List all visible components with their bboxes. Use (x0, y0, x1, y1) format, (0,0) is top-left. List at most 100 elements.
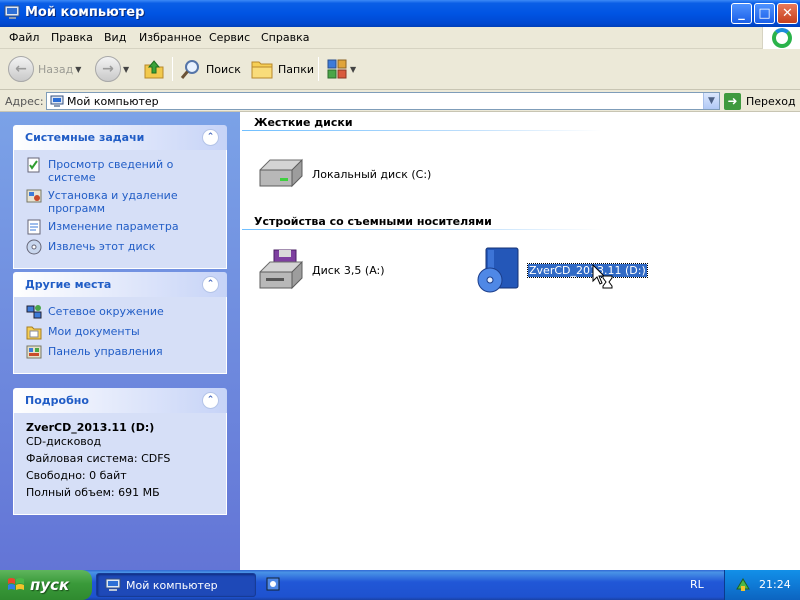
drive-item-c[interactable]: Локальный диск (C:) (256, 156, 431, 192)
task-eject-disk[interactable]: Извлечь этот диск (26, 239, 216, 255)
group-divider (242, 229, 602, 230)
views-button[interactable]: ▼ (326, 55, 356, 83)
my-computer-small-icon (50, 95, 64, 107)
system-tasks-body: Просмотр сведений о системе Установка и … (13, 150, 227, 269)
minimize-button[interactable]: _ (731, 3, 752, 24)
window-title: Мой компьютер (25, 5, 145, 20)
details-item-name: ZverCD_2013.11 (D:) (26, 421, 155, 434)
control-panel-setting-icon (27, 219, 41, 235)
quick-launch-icon[interactable] (265, 576, 281, 592)
network-places-icon (26, 305, 42, 319)
search-button[interactable]: Поиск (180, 55, 241, 83)
system-info-icon (27, 157, 40, 173)
cd-drive-icon (477, 247, 519, 293)
details-panel: Подробно ⌃ ZverCD_2013.11 (D:) CD-дисков… (13, 388, 227, 515)
floppy-drive-icon (259, 249, 303, 290)
collapse-chevron-icon[interactable]: ⌃ (202, 129, 219, 146)
taskbar-window-button[interactable]: Мой компьютер (96, 573, 256, 597)
address-bar: Адрес: Мой компьютер ▼ ➜ Переход (0, 90, 800, 112)
task-view-system-info[interactable]: Просмотр сведений о системе (26, 157, 216, 184)
details-body: ZverCD_2013.11 (D:) CD-дисковод Файловая… (13, 413, 227, 515)
eject-disk-icon (26, 239, 42, 255)
place-my-documents[interactable]: Мои документы (26, 325, 216, 340)
task-label: Просмотр сведений о системе (48, 158, 174, 184)
collapse-chevron-icon[interactable]: ⌃ (202, 392, 219, 409)
clock[interactable]: 21:24 (759, 578, 791, 591)
views-dropdown-icon[interactable]: ▼ (350, 65, 356, 74)
other-places-header[interactable]: Другие места ⌃ (13, 272, 227, 297)
task-label: Установка и удаление программ (48, 189, 178, 215)
menu-tools[interactable]: Сервис (209, 31, 250, 44)
back-dropdown-icon[interactable]: ▼ (75, 65, 81, 74)
taskbar: пуск Мой компьютер RL 21:24 (0, 570, 800, 600)
place-label: Сетевое окружение (48, 305, 164, 318)
go-button[interactable]: ➜ Переход (724, 92, 796, 110)
taskbar-window-label: Мой компьютер (126, 578, 218, 592)
menu-favorites[interactable]: Избранное (139, 31, 201, 44)
forward-dropdown-icon[interactable]: ▼ (123, 65, 129, 74)
windows-flag-icon (8, 578, 24, 590)
task-change-setting[interactable]: Изменение параметра (26, 219, 216, 235)
menu-help[interactable]: Справка (261, 31, 309, 44)
add-remove-programs-icon (26, 189, 42, 203)
maximize-button[interactable]: □ (754, 3, 775, 24)
control-panel-icon (26, 345, 42, 359)
place-label: Панель управления (48, 345, 163, 358)
address-dropdown-icon[interactable]: ▼ (703, 93, 719, 109)
details-item-type: CD-дисковод (26, 435, 102, 448)
title-bar[interactable]: Мой компьютер _ □ ✕ (0, 0, 800, 27)
details-header[interactable]: Подробно ⌃ (13, 388, 227, 413)
system-tasks-header[interactable]: Системные задачи ⌃ (13, 125, 227, 150)
busy-cursor-icon (592, 264, 613, 289)
go-arrow-icon: ➜ (724, 92, 741, 110)
file-view: Жесткие диски Локальный диск (C:) Устрой… (240, 112, 800, 570)
other-places-panel: Другие места ⌃ Сетевое окружение Мои док… (13, 272, 227, 374)
toolbar-separator (318, 57, 319, 81)
my-documents-icon (26, 326, 42, 340)
place-network[interactable]: Сетевое окружение (26, 305, 216, 320)
address-input[interactable]: Мой компьютер ▼ (46, 92, 720, 110)
drive-item-d[interactable]: ZverCD_2013.11 (D:) (474, 246, 648, 294)
search-label: Поиск (206, 62, 241, 76)
windows-logo (762, 27, 800, 49)
go-label: Переход (746, 94, 796, 108)
windows-logo-icon (772, 28, 792, 48)
drive-label: Диск 3,5 (A:) (312, 263, 385, 277)
system-tasks-title: Системные задачи (25, 131, 145, 144)
drive-label: ZverCD_2013.11 (D:) (527, 262, 648, 278)
task-add-remove-programs[interactable]: Установка и удаление программ (26, 189, 216, 215)
place-control-panel[interactable]: Панель управления (26, 345, 216, 360)
start-label: пуск (30, 576, 70, 594)
back-label: Назад (38, 62, 74, 76)
address-label: Адрес: (5, 95, 44, 108)
other-places-title: Другие места (25, 278, 112, 291)
toolbar: ← Назад ▼ → ▼ Поиск Папки ▼ (0, 49, 800, 90)
group-hard-drives-title: Жесткие диски (254, 116, 353, 129)
task-pane: Системные задачи ⌃ Просмотр сведений о с… (0, 112, 240, 570)
up-folder-button[interactable] (142, 55, 166, 83)
address-value: Мой компьютер (67, 95, 159, 108)
collapse-chevron-icon[interactable]: ⌃ (202, 276, 219, 293)
other-places-body: Сетевое окружение Мои документы Панель у… (13, 297, 227, 374)
system-tray: 21:24 (724, 570, 800, 600)
folders-icon (251, 61, 273, 79)
folders-label: Папки (278, 62, 314, 76)
drive-item-a[interactable]: Диск 3,5 (A:) (256, 248, 385, 292)
forward-button[interactable]: → ▼ (95, 55, 129, 83)
task-label: Изменение параметра (48, 220, 179, 233)
start-button[interactable]: пуск (0, 570, 92, 600)
close-button[interactable]: ✕ (777, 3, 798, 24)
menu-bar: Файл Правка Вид Избранное Сервис Справка (0, 27, 800, 49)
my-computer-taskbar-icon (105, 578, 121, 591)
search-icon (180, 60, 199, 79)
language-indicator[interactable]: RL (690, 578, 704, 591)
tray-app-icon[interactable] (735, 577, 751, 593)
details-total-size: Полный объем: 691 МБ (26, 486, 160, 499)
system-tasks-panel: Системные задачи ⌃ Просмотр сведений о с… (13, 125, 227, 269)
back-button[interactable]: ← Назад ▼ (8, 55, 81, 83)
details-filesystem: Файловая система: CDFS (26, 452, 171, 465)
menu-view[interactable]: Вид (104, 31, 126, 44)
menu-edit[interactable]: Правка (51, 31, 93, 44)
menu-file[interactable]: Файл (9, 31, 39, 44)
folders-button[interactable]: Папки (250, 55, 314, 83)
